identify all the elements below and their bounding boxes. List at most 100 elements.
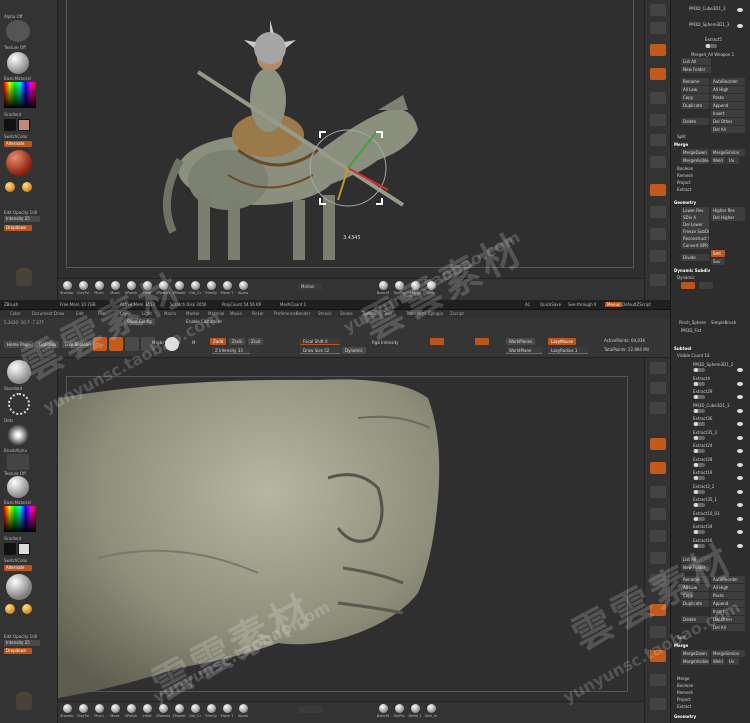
brush-button[interactable]: Metal 1: [408, 704, 422, 718]
palette-button[interactable]: Del Higher: [711, 214, 745, 221]
color-picker[interactable]: [4, 506, 36, 532]
palette-button[interactable]: Del Other: [711, 118, 745, 125]
brush-button[interactable]: Skin_m: [424, 704, 438, 718]
main-color-swatch[interactable]: [4, 119, 16, 131]
brush-button[interactable]: Alpha: [236, 281, 250, 295]
actual-button[interactable]: [650, 462, 666, 474]
toggle-switch[interactable]: [693, 462, 705, 467]
dynamic-button[interactable]: Dynamic: [342, 347, 366, 354]
subtool-row[interactable]: Extract34: [693, 524, 712, 529]
brush-button[interactable]: hPolish: [124, 704, 138, 718]
palette-button[interactable]: Higher Res: [711, 207, 745, 214]
shelf-toggle-b[interactable]: [475, 338, 489, 345]
eye-icon[interactable]: [737, 8, 743, 12]
palette-button[interactable]: Delete: [681, 118, 709, 125]
local-button[interactable]: [650, 156, 666, 168]
palette-button[interactable]: Append: [711, 102, 745, 109]
palette-button[interactable]: Duplicate: [681, 102, 709, 109]
eye-icon[interactable]: [737, 408, 743, 413]
shelf-toggle-a[interactable]: [430, 338, 444, 345]
subtool-row[interactable]: Extract36: [693, 416, 712, 421]
merged-label[interactable]: Merged_All Weapon 1: [691, 52, 734, 57]
spix-button[interactable]: [650, 382, 666, 394]
palette-button[interactable]: All Low: [681, 86, 709, 93]
scroll-button[interactable]: [650, 22, 666, 34]
brush-button[interactable]: ClayTul: [76, 704, 90, 718]
palette-button[interactable]: Freeze SubDivision Levels: [681, 228, 709, 235]
subtool-row[interactable]: PM3D_Sphere3D1_2: [693, 362, 733, 367]
zsub-button[interactable]: Zsub: [229, 338, 245, 345]
bpr-button[interactable]: [650, 4, 666, 16]
project-label[interactable]: Project: [677, 180, 691, 185]
brush-button[interactable]: Standar: [60, 704, 74, 718]
brush-button[interactable]: Orb_Cr: [188, 281, 202, 295]
focal-shift-slider[interactable]: Focal Shift 0: [300, 338, 340, 345]
material-ball[interactable]: [6, 574, 32, 600]
toggle-switch[interactable]: [693, 422, 705, 426]
texture-thumbnail[interactable]: [7, 454, 29, 470]
simple-brush-label[interactable]: SimpleBrush: [711, 320, 736, 325]
eye-icon[interactable]: [737, 489, 743, 494]
floor-button[interactable]: [650, 530, 666, 542]
pinch-sphere-label[interactable]: Pinch_Sphere: [679, 320, 706, 325]
viewport-canvas[interactable]: 3.4345: [58, 0, 644, 278]
toggle-switch[interactable]: [693, 381, 705, 386]
worldplane-slider[interactable]: WorldPlane: [506, 347, 542, 354]
uv-button[interactable]: Uv: [727, 658, 739, 665]
zadd-button[interactable]: Zadd: [210, 338, 227, 345]
dynamic-toggle[interactable]: [681, 282, 695, 289]
actual-button[interactable]: [650, 68, 666, 80]
color-picker[interactable]: [4, 82, 36, 108]
toggle-switch[interactable]: [693, 395, 705, 399]
extract-label[interactable]: Extract: [677, 704, 691, 709]
intensity-slider[interactable]: Intensity 25: [4, 216, 40, 222]
persp-button[interactable]: [650, 114, 666, 126]
polyf-button[interactable]: [650, 274, 666, 286]
secondary-color-swatch[interactable]: [18, 543, 30, 555]
pm3d-fist-label[interactable]: PM3D_Fist: [681, 328, 701, 333]
scale-view-button[interactable]: [650, 228, 666, 240]
menu-color[interactable]: Color: [10, 311, 20, 316]
dynamic-label[interactable]: Dynamic: [677, 275, 695, 280]
move-view-button[interactable]: [650, 206, 666, 218]
merge-section[interactable]: Merge: [674, 142, 688, 147]
palette-button[interactable]: Convert BPR To Geo: [681, 242, 709, 249]
rotate-view-button[interactable]: [650, 250, 666, 262]
toggle-switch[interactable]: [693, 408, 705, 413]
scroll-button[interactable]: [650, 402, 666, 414]
brush-button[interactable]: ToyPla: [392, 704, 406, 718]
extract-label[interactable]: Extract5: [705, 37, 722, 42]
dots-stroke-icon[interactable]: [8, 393, 30, 415]
suv-button[interactable]: Suv: [711, 258, 725, 265]
menu-stencil[interactable]: Stencil: [318, 311, 332, 316]
subtool-row[interactable]: Extract10_03: [693, 511, 720, 516]
palette-button[interactable]: Del All: [711, 126, 745, 133]
brush-button[interactable]: Alpha: [236, 704, 250, 718]
brush-stroke-icon[interactable]: [5, 182, 15, 192]
lazyradius-slider[interactable]: LazyRadius 1: [548, 347, 588, 354]
eye-icon[interactable]: [737, 24, 743, 28]
subtool-row[interactable]: PM3D_Cube3D1_3: [693, 403, 730, 408]
eye-icon[interactable]: [737, 422, 743, 426]
menu-document[interactable]: Document: [32, 311, 53, 316]
subtool-row[interactable]: Extract19: [693, 470, 712, 475]
eye-icon[interactable]: [737, 395, 743, 399]
subtool-row[interactable]: Extract35_1: [693, 497, 717, 502]
lazymouse-button[interactable]: LazyMouse: [548, 338, 577, 345]
palette-button[interactable]: AutoReorder: [711, 78, 745, 85]
subtool-row[interactable]: Extract24: [693, 443, 712, 448]
secondary-color-swatch[interactable]: [18, 119, 30, 131]
subtool-row[interactable]: Extract2_2: [693, 484, 714, 489]
frame-button[interactable]: [650, 184, 666, 196]
toggle-switch[interactable]: [693, 516, 705, 521]
toggle-switch[interactable]: [693, 368, 705, 372]
menu-movie[interactable]: Movie: [230, 311, 242, 316]
menu-picker[interactable]: Picker: [252, 311, 264, 316]
eye-icon[interactable]: [737, 368, 743, 372]
subtool-row-2[interactable]: PM3D_Sphere3D1_3: [689, 22, 729, 27]
aahalf-button[interactable]: [650, 486, 666, 498]
new-folder-button[interactable]: New Folder: [681, 66, 711, 73]
dropdown-button[interactable]: Dropdown: [4, 648, 32, 654]
floor-button[interactable]: [650, 134, 666, 146]
brush-button[interactable]: Inflat: [140, 704, 154, 718]
